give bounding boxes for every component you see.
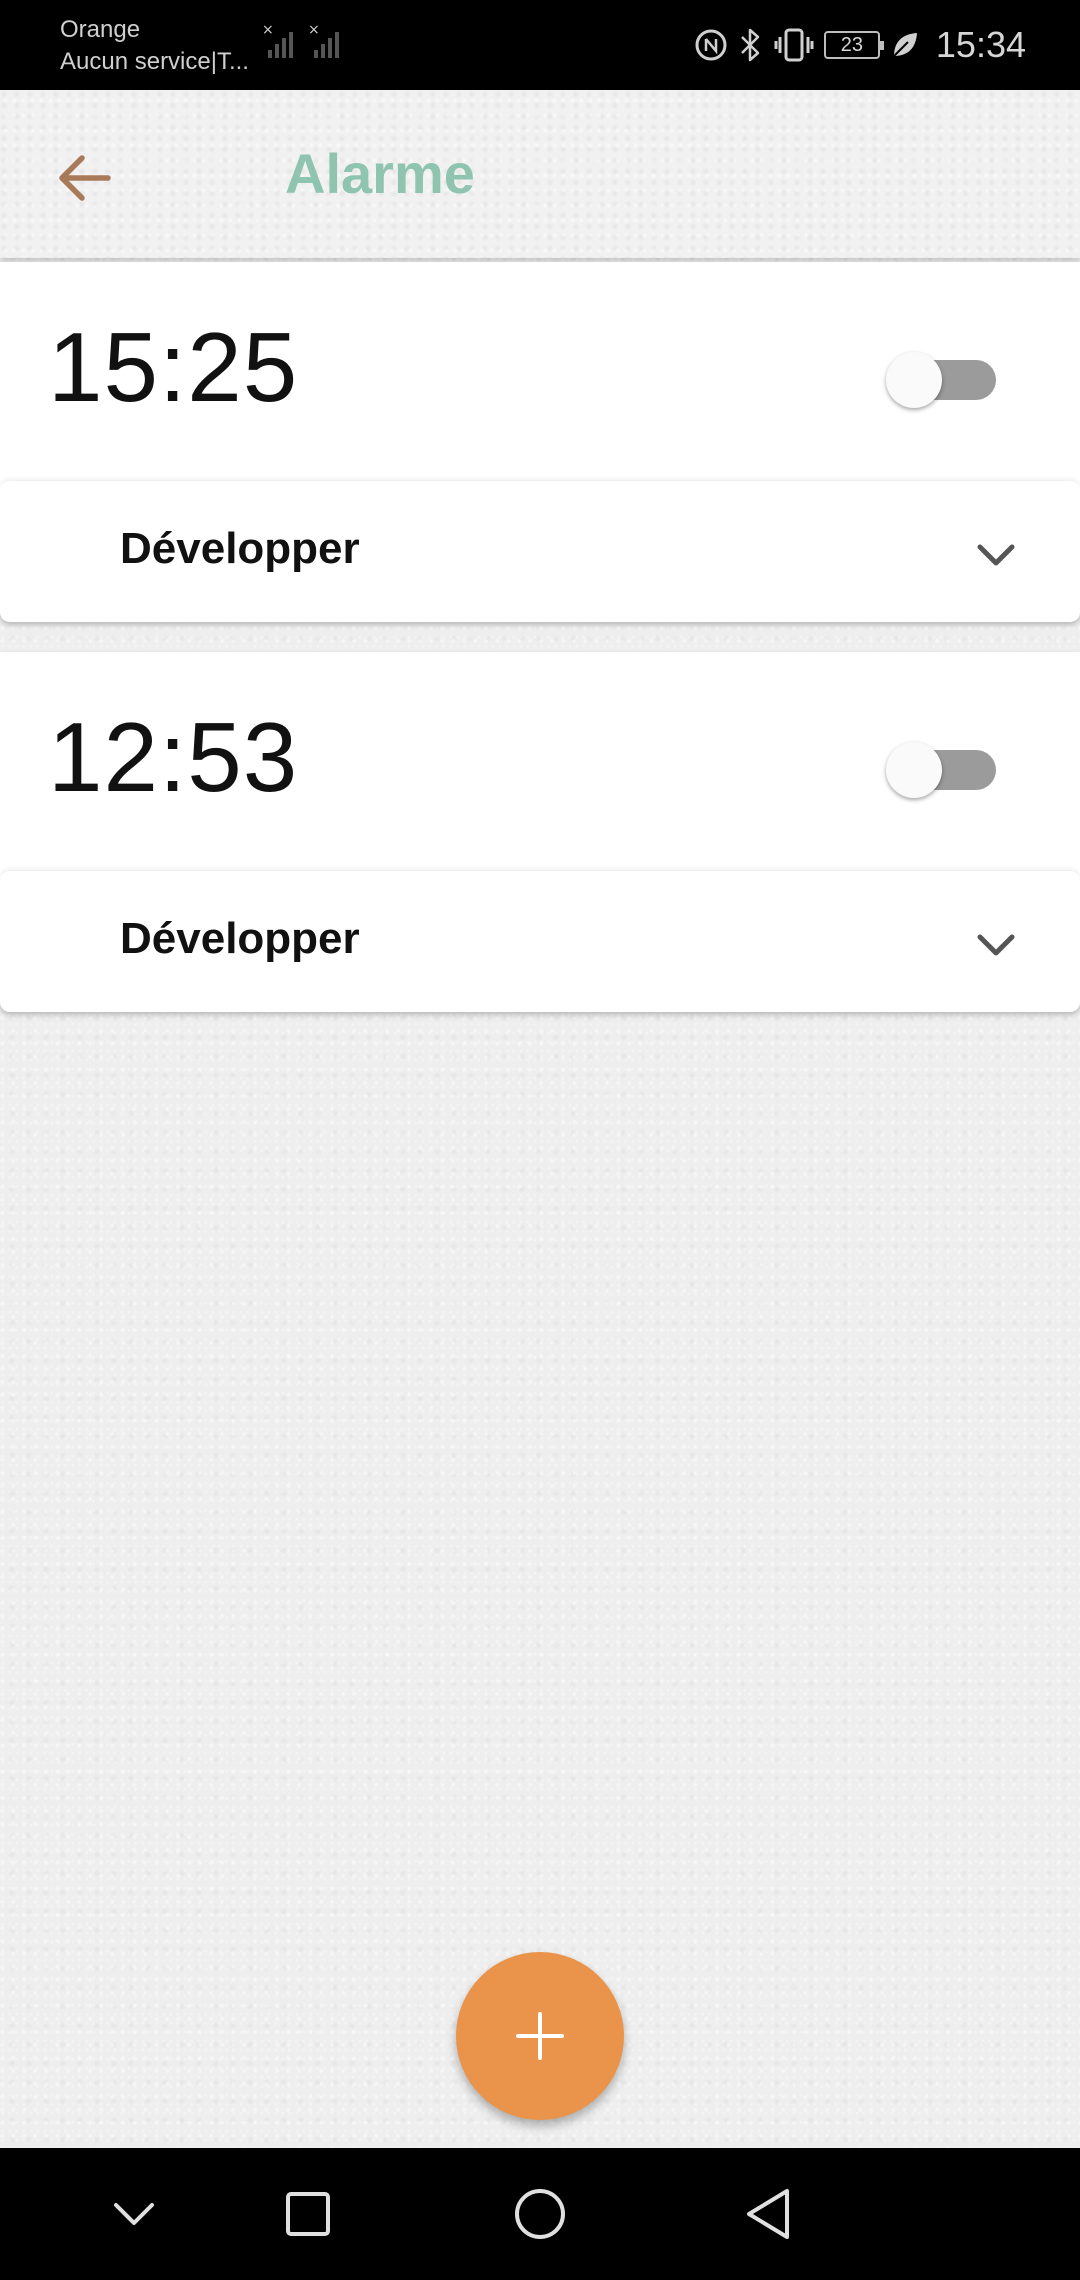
no-signal-icon: × — [308, 22, 339, 58]
carrier-name: Orange — [60, 16, 141, 43]
alarm-card: 12:53 Développer — [0, 652, 1080, 1012]
system-navigation-bar — [0, 2148, 1080, 2280]
battery-icon: 23 — [823, 31, 884, 59]
nav-home-button[interactable] — [504, 2178, 576, 2250]
expand-label: Développer — [120, 914, 360, 963]
arrow-left-icon — [59, 155, 111, 201]
alarm-card: 15:25 Développer — [0, 262, 1080, 622]
carrier-status: Aucun service|T... — [60, 48, 249, 75]
alarm-time[interactable]: 12:53 — [48, 702, 298, 812]
chevron-down-icon — [977, 544, 1015, 566]
alarm-toggle[interactable] — [886, 742, 1002, 798]
power-saving-leaf-icon — [893, 33, 917, 57]
nav-back-button[interactable] — [732, 2178, 804, 2250]
alarm-time[interactable]: 15:25 — [48, 312, 298, 422]
status-bar: Orange Aucun service|T... × × 23 15:34 — [0, 0, 1080, 90]
status-indicators: 23 15:34 — [694, 20, 1026, 70]
recents-square-icon — [286, 2192, 330, 2236]
plus-icon — [516, 2012, 564, 2060]
no-signal-icon: × — [262, 22, 293, 58]
svg-text:×: × — [262, 22, 274, 38]
alarm-toggle[interactable] — [886, 352, 1002, 408]
nav-hide-button[interactable] — [98, 2178, 170, 2250]
battery-level: 23 — [840, 33, 864, 56]
toggle-thumb — [886, 352, 942, 408]
expand-row[interactable]: Développer — [0, 480, 1080, 623]
expand-row[interactable]: Développer — [0, 870, 1080, 1013]
add-alarm-button[interactable] — [456, 1952, 624, 2120]
status-time: 15:34 — [935, 24, 1026, 65]
vibrate-icon — [774, 28, 814, 62]
svg-text:×: × — [308, 22, 320, 38]
expand-label: Développer — [120, 524, 360, 573]
carrier-info: Orange Aucun service|T... — [60, 14, 249, 78]
nfc-icon — [695, 29, 727, 61]
nav-recents-button[interactable] — [272, 2178, 344, 2250]
chevron-down-icon — [114, 2203, 154, 2225]
chevron-down-icon — [977, 934, 1015, 956]
top-app-bar: Alarme — [0, 90, 1080, 258]
home-circle-icon — [515, 2189, 565, 2239]
page-title: Alarme — [285, 142, 475, 205]
back-button[interactable] — [48, 142, 120, 214]
back-triangle-icon — [747, 2189, 789, 2239]
bluetooth-icon — [741, 28, 760, 62]
toggle-thumb — [886, 742, 942, 798]
